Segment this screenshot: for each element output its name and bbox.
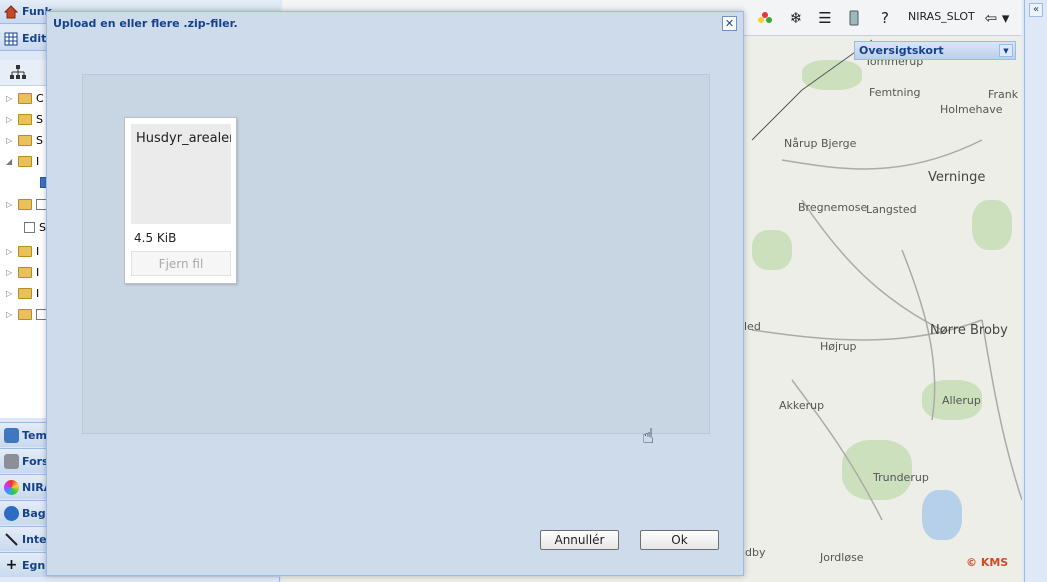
folder-icon <box>18 245 32 257</box>
folder-icon <box>18 155 32 167</box>
remove-file-button[interactable]: Fjern fil <box>131 251 231 276</box>
user-name[interactable]: NIRAS_SLOT <box>908 10 975 23</box>
place-label: dby <box>745 546 766 559</box>
place-label: Trunderup <box>873 471 929 484</box>
folder-icon <box>18 308 32 320</box>
tree-item[interactable]: ▷ <box>6 196 47 212</box>
folder-icon <box>18 198 32 210</box>
overview-map-select-label: Oversigtskort <box>859 44 944 57</box>
expand-arrow-icon[interactable]: ▷ <box>6 200 14 209</box>
place-label: Allerup <box>942 394 981 407</box>
close-icon[interactable]: ✕ <box>722 16 737 31</box>
layer-checkbox[interactable] <box>24 221 35 233</box>
place-label: Nørre Broby <box>930 323 1008 338</box>
expand-arrow-icon[interactable]: ▷ <box>6 268 14 277</box>
ok-button-label: Ok <box>671 533 688 547</box>
folder-icon <box>18 134 32 146</box>
tree-item-label: S <box>36 112 43 126</box>
collapse-arrow-icon[interactable]: ◢ <box>6 157 14 166</box>
folder-icon <box>18 287 32 299</box>
overview-map-select[interactable]: Oversigtskort ▼ <box>854 41 1016 60</box>
snowflake-icon[interactable]: ❄ <box>787 9 805 27</box>
tree-item[interactable]: ▷ S <box>6 132 43 148</box>
place-label: Akkerup <box>779 399 825 412</box>
place-label: Jordløse <box>820 551 864 564</box>
remove-file-label: Fjern fil <box>158 256 204 271</box>
place-label: Verninge <box>928 170 986 185</box>
chevron-down-icon[interactable]: ▼ <box>999 44 1013 57</box>
place-label: Nårup Bjerge <box>784 137 857 150</box>
place-label: Frank <box>988 88 1019 101</box>
flower-icon[interactable] <box>756 9 774 27</box>
globe-icon <box>4 427 19 443</box>
file-card: Husdyr_arealer 4.5 KiB Fjern fil <box>124 117 237 284</box>
expand-arrow-icon[interactable]: ▷ <box>6 115 14 124</box>
accordion-label: Fors <box>22 454 49 468</box>
folder-icon <box>18 266 32 278</box>
hand-cursor-icon: ☝ <box>642 424 655 448</box>
expand-panel-icon[interactable]: « <box>1029 3 1043 17</box>
house-icon <box>3 4 19 19</box>
phone-icon[interactable] <box>845 9 863 27</box>
place-label: Holmehave <box>940 103 1003 116</box>
grid-icon <box>4 32 18 46</box>
tree-item-label: I <box>36 265 40 279</box>
logout-icon[interactable]: ⇦ ▾ <box>982 9 1012 27</box>
help-icon[interactable]: ? <box>876 9 894 27</box>
expand-arrow-icon[interactable]: ▷ <box>6 94 14 103</box>
accordion-label: Tem <box>22 428 47 442</box>
tree-item[interactable]: ▷ I <box>6 285 39 301</box>
tree-item[interactable]: ▷ I <box>6 264 39 280</box>
tree-item[interactable]: ▷ I <box>6 243 39 259</box>
place-label: led <box>744 320 761 333</box>
tree-item-label: I <box>36 286 40 300</box>
folder-icon <box>18 113 32 125</box>
folder-icon <box>18 92 32 104</box>
plus-icon: + <box>5 556 18 573</box>
cancel-button[interactable]: Annullér <box>540 530 619 550</box>
hierarchy-icon[interactable] <box>10 65 26 83</box>
tree-item[interactable]: ▷ <box>6 306 47 322</box>
measure-icon <box>4 532 19 547</box>
tree-item[interactable]: S <box>24 219 46 235</box>
tree-item-label: C <box>36 91 44 105</box>
cancel-button-label: Annullér <box>554 533 605 547</box>
list-icon[interactable]: ☰ <box>816 9 834 27</box>
map-attribution: © KMS <box>966 556 1009 569</box>
place-label: Langsted <box>866 203 917 216</box>
file-preview: Husdyr_arealer <box>131 124 231 224</box>
upload-dialog: Upload en eller flere .zip-filer. ✕ Husd… <box>46 11 744 576</box>
expand-arrow-icon[interactable]: ▷ <box>6 289 14 298</box>
place-label: Femtning <box>869 86 921 99</box>
tools-icon <box>4 453 19 469</box>
expand-arrow-icon[interactable]: ▷ <box>6 136 14 145</box>
tree-item-label: S <box>39 220 46 234</box>
dialog-title: Upload en eller flere .zip-filer. <box>53 17 238 30</box>
tree-item[interactable]: ▷ S <box>6 111 43 127</box>
tree-item-label: S <box>36 133 43 147</box>
accordion-label: Inte <box>22 532 47 546</box>
expand-arrow-icon[interactable]: ▷ <box>6 247 14 256</box>
tree-item[interactable]: ▷ C <box>6 90 44 106</box>
color-wheel-icon <box>4 479 19 495</box>
ok-button[interactable]: Ok <box>640 530 719 550</box>
place-label: Bregnemose <box>798 201 868 214</box>
right-collapsed-panel: « <box>1024 0 1047 582</box>
file-name: Husdyr_arealer <box>136 131 231 146</box>
expand-arrow-icon[interactable]: ▷ <box>6 310 14 319</box>
place-label: Højrup <box>820 340 857 353</box>
tree-item-label: I <box>36 244 40 258</box>
tree-item[interactable]: ◢ I <box>6 153 39 169</box>
accordion-label: Egn <box>22 558 46 572</box>
editor-header-label: Edit <box>22 32 47 45</box>
world-icon <box>4 505 19 521</box>
file-size: 4.5 KiB <box>134 231 177 245</box>
tree-item-label: I <box>36 154 40 168</box>
file-dropzone[interactable]: Husdyr_arealer 4.5 KiB Fjern fil ☝ <box>82 74 710 448</box>
